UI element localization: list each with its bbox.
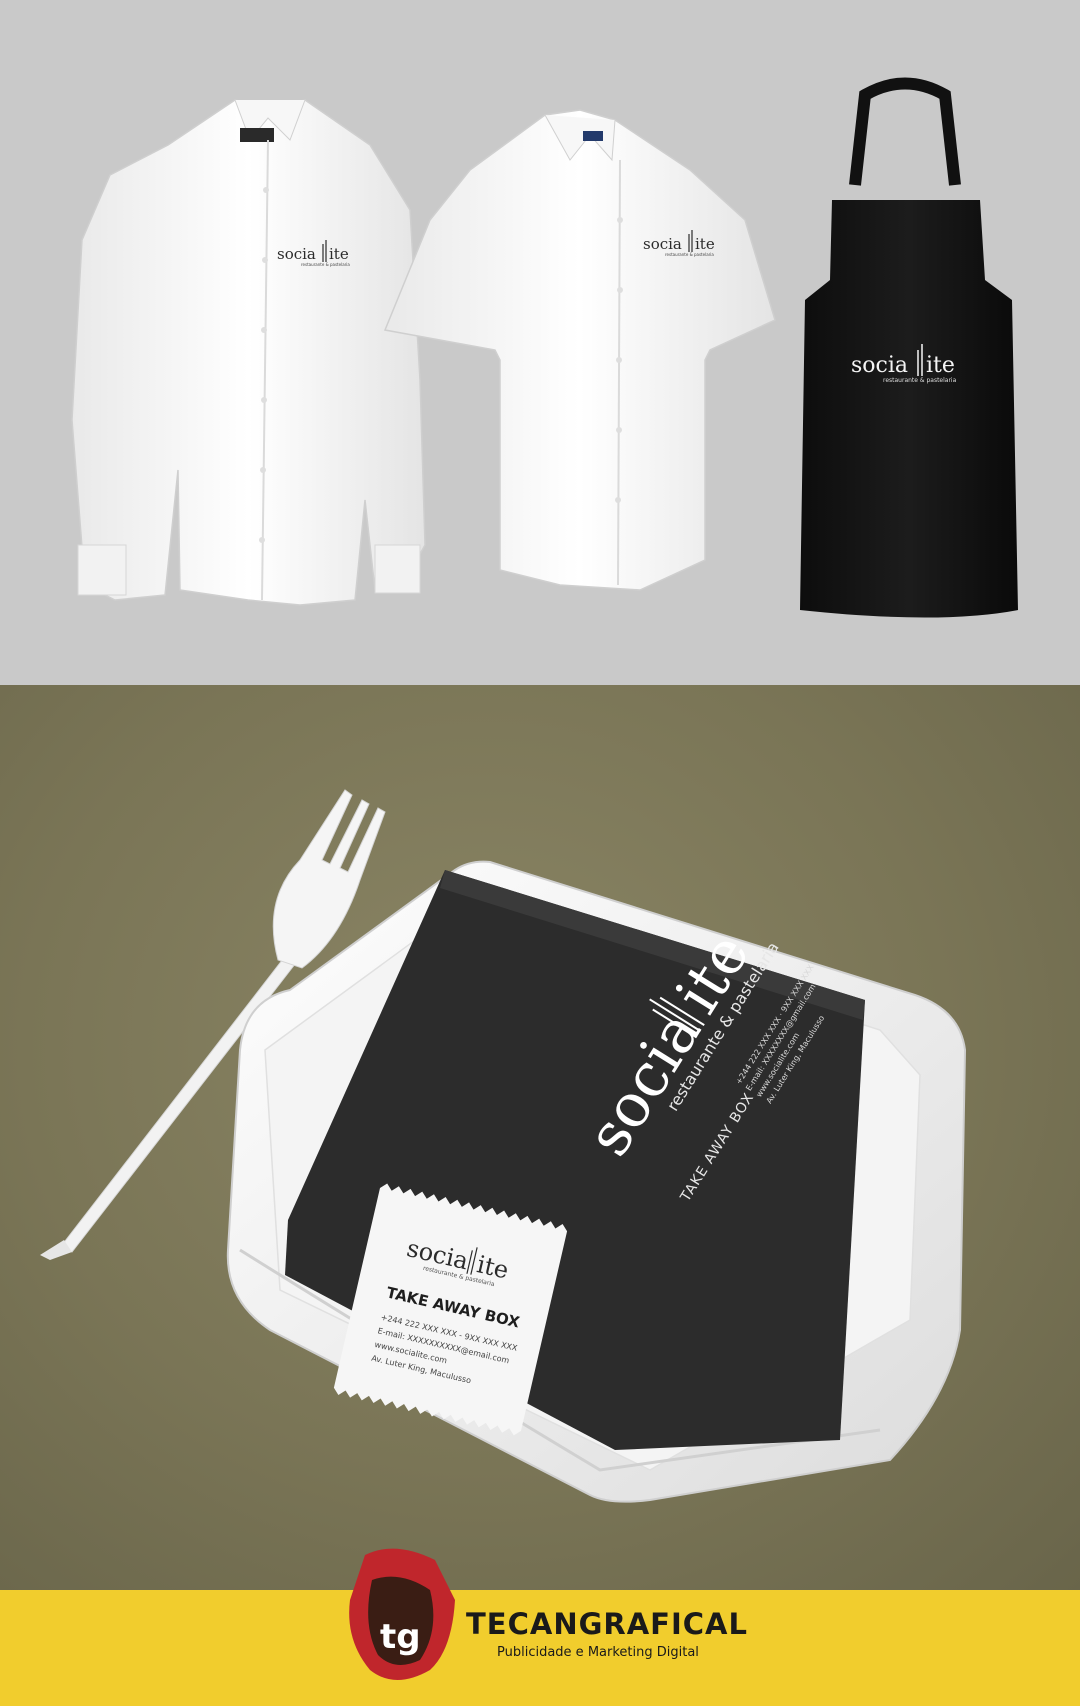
- black-apron: [800, 77, 1018, 618]
- logo-word-right: ite: [695, 235, 715, 253]
- logo-tagline: restaurante & pastelaria: [665, 252, 714, 257]
- logo-word-left: socia: [851, 353, 908, 378]
- tecangrafical-logo: tg TECANGRAFICAL Publicidade e Marketing…: [349, 1548, 748, 1680]
- long-sleeve-shirt: [71, 99, 426, 606]
- logo-tagline: restaurante & pastelaria: [883, 377, 957, 384]
- logo-word-left: socia: [277, 245, 316, 263]
- logo-word-right: ite: [926, 353, 955, 378]
- mockup-scene: socia ite restaurante & pastelaria socia…: [40, 77, 1018, 1680]
- collar-tag: [583, 131, 603, 141]
- logo-mark: tg: [380, 1617, 421, 1657]
- company-name: TECANGRAFICAL: [466, 1607, 748, 1641]
- company-slogan: Publicidade e Marketing Digital: [497, 1645, 699, 1660]
- logo-word-left: socia: [643, 235, 682, 253]
- short-sleeve-shirt: [383, 109, 776, 591]
- shirt1-logo: socia ite restaurante & pastelaria: [277, 240, 350, 267]
- collar-tag: [240, 128, 274, 142]
- shirt2-logo: socia ite restaurante & pastelaria: [643, 230, 715, 257]
- logo-word-right: ite: [329, 245, 349, 263]
- logo-tagline: restaurante & pastelaria: [301, 262, 350, 267]
